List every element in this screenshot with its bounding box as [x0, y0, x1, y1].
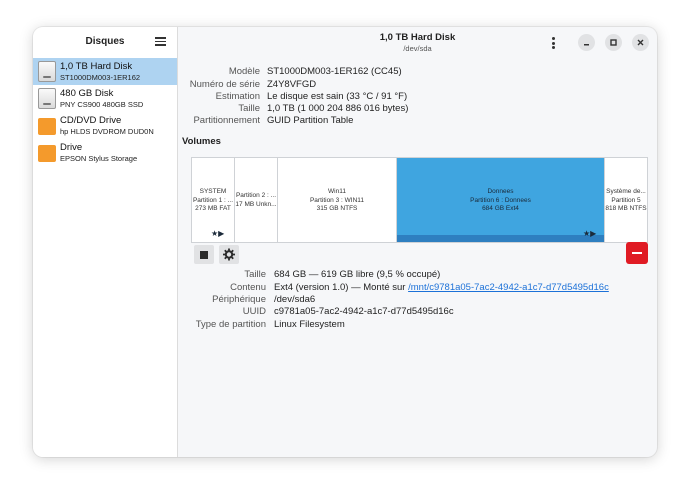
volume-uuid-label: UUID: [242, 306, 266, 317]
volume-size-label: Taille: [244, 269, 266, 280]
disk-item-1tb[interactable]: 1,0 TB Hard Disk ST1000DM003-1ER162: [33, 58, 177, 85]
volume-device-label: Périphérique: [212, 294, 266, 305]
partition-size: 17 MB Unkn...: [235, 200, 277, 208]
mount-point-link[interactable]: /mnt/c9781a05-7ac2-4942-a1c7-d77d5495d16…: [408, 282, 609, 293]
close-icon: [637, 39, 644, 46]
partitioning-label: Partitionnement: [193, 115, 260, 126]
serial-value: Z4Y8VFGD: [267, 79, 317, 90]
disks-window: Disques 1,0 TB Hard Disk ST1000DM003-1ER…: [33, 27, 657, 457]
volume-content-label: Contenu: [230, 282, 266, 293]
minimize-icon: [584, 44, 589, 46]
disk-name: CD/DVD Drive: [60, 115, 122, 126]
partition-size: 315 GB NTFS: [316, 205, 358, 212]
maximize-button[interactable]: [605, 34, 622, 51]
volume-content-value: Ext4 (version 1.0) — Monté sur /mnt/c978…: [274, 282, 609, 293]
hard-disk-icon: [38, 61, 56, 82]
hamburger-menu-icon[interactable]: [155, 37, 166, 46]
partition-label: Donnees: [487, 188, 514, 195]
assessment-label: Estimation: [215, 91, 260, 102]
content-text: Ext4 (version 1.0) — Monté sur: [274, 282, 409, 293]
model-label: Modèle: [228, 66, 260, 77]
volume-device-value: /dev/sda6: [274, 294, 316, 305]
partition-number: Partition 1 : ...: [192, 196, 234, 204]
mounted-star-icon: ★▶: [211, 229, 225, 238]
maximize-icon: [610, 39, 617, 46]
disk-item-drive[interactable]: Drive EPSON Stylus Storage: [33, 139, 177, 166]
optical-drive-icon: [38, 145, 56, 162]
sidebar-header: Disques: [33, 27, 177, 57]
model-value: ST1000DM003-1ER162 (CC45): [267, 66, 402, 77]
partition-type-value: Linux Filesystem: [274, 319, 345, 330]
partition-label: Système de...: [606, 188, 646, 195]
mounted-star-icon: ★▶: [583, 229, 597, 238]
partition-usage-bar: [397, 235, 604, 242]
disk-item-480gb[interactable]: 480 GB Disk PNY CS900 480GB SSD: [33, 85, 177, 112]
partition-2[interactable]: Partition 2 : ... 17 MB Unkn...: [235, 158, 278, 242]
volumes-heading: Volumes: [182, 136, 221, 147]
gear-icon: [223, 248, 235, 261]
disk-item-cddvd[interactable]: CD/DVD Drive hp HLDS DVDROM DUD0N: [33, 112, 177, 139]
minimize-button[interactable]: [578, 34, 595, 51]
partition-number: Partition 6 : Donnees: [470, 196, 531, 204]
partition-system-reserved[interactable]: Système de... Partition 5 818 MB NTFS: [605, 158, 647, 242]
stop-icon: [200, 251, 208, 259]
sidebar: Disques 1,0 TB Hard Disk ST1000DM003-1ER…: [33, 27, 178, 457]
size-value: 1,0 TB (1 000 204 886 016 bytes): [267, 103, 409, 114]
volume-size-value: 684 GB — 619 GB libre (9,5 % occupé): [274, 269, 441, 280]
partition-label: Win11: [328, 188, 346, 195]
partitioning-value: GUID Partition Table: [267, 115, 354, 126]
assessment-value: Le disque est sain (33 °C / 91 °F): [267, 91, 408, 102]
partition-number: Partition 5: [611, 196, 641, 204]
partition-system[interactable]: SYSTEM Partition 1 : ... 273 MB FAT ★▶: [192, 158, 235, 242]
size-label: Taille: [238, 103, 260, 114]
disk-model: hp HLDS DVDROM DUD0N: [60, 127, 154, 136]
disk-name: 1,0 TB Hard Disk: [60, 61, 133, 72]
disk-model: EPSON Stylus Storage: [60, 154, 138, 163]
partition-size: 818 MB NTFS: [605, 205, 647, 212]
close-button[interactable]: [632, 34, 649, 51]
partition-donnees[interactable]: Donnees Partition 6 : Donnees 684 GB Ext…: [397, 158, 605, 242]
partition-number: Partition 3 : WIN11: [309, 196, 365, 204]
partition-win11[interactable]: Win11 Partition 3 : WIN11 315 GB NTFS: [278, 158, 397, 242]
optical-drive-icon: [38, 118, 56, 135]
disk-name: Drive: [60, 142, 83, 153]
hard-disk-icon: [38, 88, 56, 109]
partition-type-label: Type de partition: [195, 319, 266, 330]
partition-settings-button[interactable]: [219, 245, 239, 264]
main-panel: 1,0 TB Hard Disk /dev/sda Modèle ST1000D…: [178, 27, 657, 457]
partition-label: SYSTEM: [199, 188, 227, 195]
volume-uuid-value: c9781a05-7ac2-4942-a1c7-d77d5495d16c: [274, 306, 454, 317]
partition-number: Partition 2 : ...: [235, 192, 277, 199]
partition-size: 684 GB Ext4: [482, 205, 519, 212]
disk-name: 480 GB Disk: [60, 88, 114, 99]
kebab-menu-icon[interactable]: [551, 37, 555, 49]
disk-model: ST1000DM003-1ER162: [60, 73, 141, 82]
minus-icon: [632, 252, 642, 254]
delete-partition-button[interactable]: [626, 242, 648, 264]
partition-size: 273 MB FAT: [195, 205, 231, 212]
disk-model: PNY CS900 480GB SSD: [60, 100, 144, 109]
partition-map: SYSTEM Partition 1 : ... 273 MB FAT ★▶ P…: [191, 157, 648, 243]
unmount-button[interactable]: [194, 245, 214, 264]
serial-label: Numéro de série: [189, 79, 260, 90]
